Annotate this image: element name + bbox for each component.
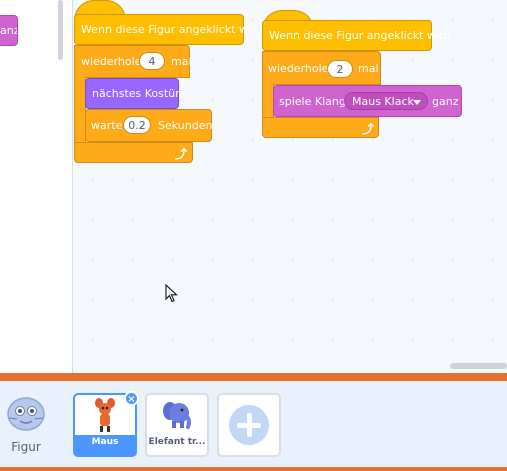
caret-down-icon bbox=[413, 100, 421, 105]
pane-divider bbox=[0, 373, 507, 381]
wait-label: warte bbox=[91, 119, 123, 132]
repeat-label: wiederhole bbox=[268, 62, 329, 75]
mouse-character-icon bbox=[95, 398, 115, 432]
next-costume-block[interactable]: nächstes Kostüm bbox=[85, 78, 186, 109]
repeat-count-input[interactable]: 4 bbox=[139, 52, 165, 70]
play-sound-label: spiele Klang bbox=[279, 95, 346, 108]
figure-label: Figur bbox=[11, 440, 41, 454]
palette-block-text: anz bbox=[0, 24, 18, 37]
repeat-block[interactable]: wiederhole 4 mal bbox=[74, 45, 192, 78]
elephant-character-icon bbox=[163, 402, 191, 429]
sprite-tile-maus[interactable]: Maus × bbox=[73, 391, 139, 457]
hat-label: Wenn diese Figur angeklickt wird bbox=[269, 29, 451, 42]
loop-arrow-icon: ⤴ bbox=[175, 147, 188, 161]
wait-block[interactable]: warte 0.2 Sekunden bbox=[85, 109, 212, 142]
repeat-suffix: mal bbox=[171, 55, 192, 68]
repeat-suffix: mal bbox=[358, 62, 379, 75]
workspace-horizontal-scrollbar[interactable] bbox=[450, 363, 507, 369]
block-palette: anz bbox=[0, 0, 72, 373]
wait-unit-label: Sekunden bbox=[158, 119, 213, 132]
repeat-count-input[interactable]: 2 bbox=[327, 60, 353, 78]
repeat-block[interactable]: wiederhole 2 mal bbox=[262, 51, 381, 85]
hat-block-sprite-clicked[interactable]: Wenn diese Figur angeklickt wird bbox=[74, 14, 262, 45]
repeat-foot: ⤴ bbox=[74, 142, 193, 163]
code-workspace[interactable]: Wenn diese Figur angeklickt wird wiederh… bbox=[73, 0, 507, 373]
next-costume-label: nächstes Kostüm bbox=[92, 87, 186, 100]
hat-label: Wenn diese Figur angeklickt wird bbox=[81, 23, 263, 36]
add-sprite-button[interactable] bbox=[217, 393, 281, 457]
sound-dropdown[interactable]: Maus Klack bbox=[344, 92, 428, 110]
plus-icon bbox=[229, 405, 269, 445]
sprite-name: Elefant tr... bbox=[148, 437, 206, 447]
play-sound-block[interactable]: spiele Klang Maus Klack ganz bbox=[273, 85, 462, 117]
palette-sound-block[interactable]: anz bbox=[0, 15, 18, 46]
loop-arrow-icon: ⤴ bbox=[362, 122, 375, 136]
delete-sprite-icon[interactable]: × bbox=[124, 391, 139, 406]
mouse-pointer-icon bbox=[165, 284, 178, 303]
sound-dropdown-value: Maus Klack bbox=[352, 95, 414, 108]
bottom-edge bbox=[0, 467, 507, 471]
repeat-foot: ⤴ bbox=[262, 117, 379, 138]
wait-seconds-input[interactable]: 0.2 bbox=[123, 116, 151, 134]
sprite-figure-icon bbox=[7, 397, 45, 431]
sprite-tile-elefant[interactable]: Elefant tr... bbox=[145, 393, 209, 457]
palette-scrollbar[interactable] bbox=[58, 0, 63, 60]
repeat-label: wiederhole bbox=[81, 55, 142, 68]
hat-block-sprite-clicked[interactable]: Wenn diese Figur angeklickt wird bbox=[262, 20, 450, 51]
play-sound-suffix: ganz bbox=[432, 95, 459, 108]
sprite-name: Maus bbox=[91, 437, 119, 447]
